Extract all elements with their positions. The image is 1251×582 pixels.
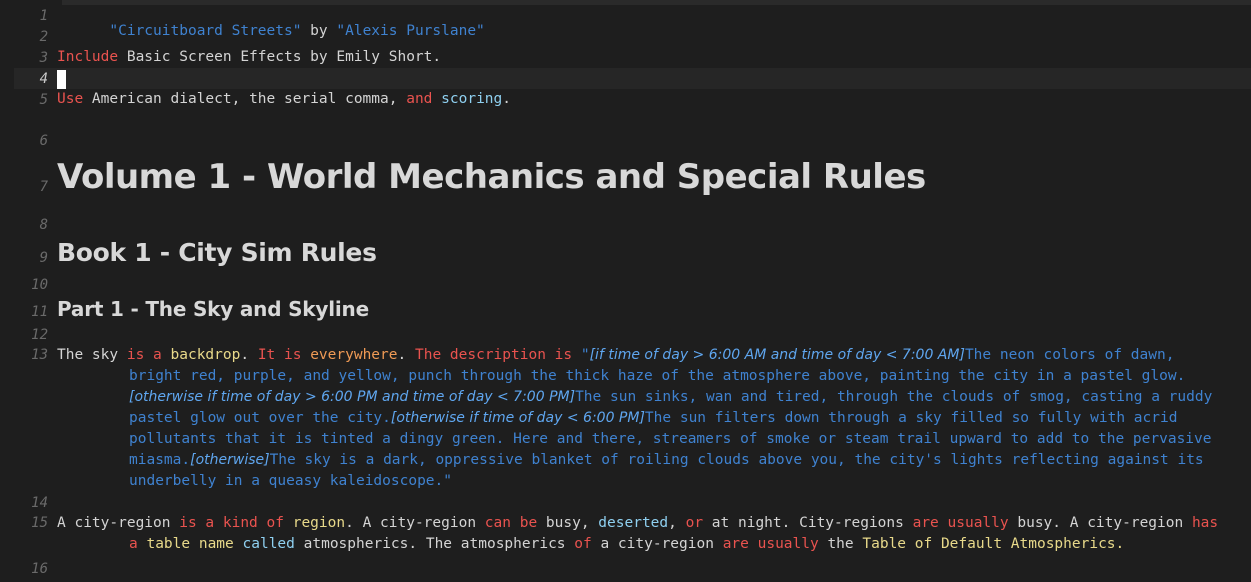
source-editor[interactable]: 1 "Circuitboard Streets" by "Alexis Purs… xyxy=(0,0,1251,582)
code-line-13[interactable]: 13 The sky is a backdrop. It is everywhe… xyxy=(0,345,1251,495)
line-number: 9 xyxy=(39,250,48,266)
everywhere-property: everywhere xyxy=(310,347,398,363)
kind-keyword: is a kind of xyxy=(179,515,293,531)
can-be-keyword: can be xyxy=(484,515,538,531)
code-line-9[interactable]: 9 Book 1 - City Sim Rules xyxy=(0,237,1251,273)
punct: . xyxy=(397,347,415,363)
line-number: 6 xyxy=(39,133,48,149)
text xyxy=(234,536,243,552)
use-text: American dialect, the serial comma, xyxy=(83,91,407,107)
table-name-kind: table name xyxy=(146,536,234,552)
code-line-15[interactable]: 15 A city-region is a kind of region. A … xyxy=(0,513,1251,557)
line-number: 10 xyxy=(31,277,48,293)
line-number: 4 xyxy=(39,71,48,87)
is-a-keyword: is a xyxy=(126,347,171,363)
line-number: 13 xyxy=(31,347,48,363)
text: the xyxy=(818,536,863,552)
text-cursor xyxy=(57,70,66,89)
scoring-option: scoring xyxy=(441,91,503,107)
code-line-11[interactable]: 11 Part 1 - The Sky and Skyline xyxy=(0,296,1251,326)
code-line-7[interactable]: 7 Volume 1 - World Mechanics and Special… xyxy=(0,155,1251,205)
text: A city-region xyxy=(57,515,180,531)
code-line-12[interactable]: 12 xyxy=(0,325,1251,346)
book-heading: Book 1 - City Sim Rules xyxy=(57,238,377,267)
code-line-3[interactable]: 3 Include Basic Screen Effects by Emily … xyxy=(0,48,1251,69)
line-number: 5 xyxy=(39,92,48,108)
are-usually-keyword: are usually xyxy=(722,536,819,552)
and-keyword: and xyxy=(406,91,433,107)
line-number: 1 xyxy=(39,8,48,24)
line-number: 2 xyxy=(39,29,48,45)
region-kind: region xyxy=(292,515,346,531)
of-keyword: of xyxy=(574,536,592,552)
code-line-2[interactable]: 2 xyxy=(0,27,1251,48)
text: atmospherics. The atmospherics xyxy=(294,536,575,552)
code-line-5[interactable]: 5 Use American dialect, the serial comma… xyxy=(0,90,1251,111)
are-usually-keyword: are usually xyxy=(912,515,1009,531)
deserted-property: deserted xyxy=(598,515,669,531)
description-keyword: The description is xyxy=(414,347,581,363)
substitution-3: [otherwise if time of day < 6:00 PM] xyxy=(390,410,645,426)
code-line-6[interactable]: 6 xyxy=(0,131,1251,152)
code-line-16[interactable]: 16 xyxy=(0,559,1251,580)
substitution-1: [if time of day > 6:00 AM and time of da… xyxy=(589,347,965,363)
description-text-4: The sky is a dark, oppressive blanket of… xyxy=(129,452,1204,489)
line-number: 14 xyxy=(31,495,48,511)
code-line-4[interactable]: 4 xyxy=(0,69,1251,90)
backdrop-kind: backdrop xyxy=(170,347,241,363)
line-number: 7 xyxy=(39,179,48,195)
quote-open: " xyxy=(580,347,590,363)
text: , xyxy=(668,515,686,531)
period: . xyxy=(502,91,511,107)
text: . A city-region xyxy=(345,515,485,531)
called-keyword: called xyxy=(242,536,295,552)
line-number: 16 xyxy=(31,561,48,577)
line-number: 3 xyxy=(39,50,48,66)
table-reference: Table of Default Atmospherics. xyxy=(862,536,1125,552)
include-text: Basic Screen Effects by Emily Short. xyxy=(118,49,442,65)
part-heading: Part 1 - The Sky and Skyline xyxy=(57,297,369,321)
text: at night. City-regions xyxy=(703,515,913,531)
punct: . xyxy=(240,347,258,363)
code-line-10[interactable]: 10 xyxy=(0,277,1251,298)
include-keyword: Include xyxy=(57,49,119,65)
the-sky-text: The sky xyxy=(57,347,127,363)
substitution-2: [otherwise if time of day > 6:00 PM and … xyxy=(129,389,576,405)
line-number: 15 xyxy=(31,515,48,531)
code-line-8[interactable]: 8 xyxy=(0,215,1251,236)
text: busy, xyxy=(537,515,599,531)
substitution-4: [otherwise] xyxy=(190,452,270,468)
line-number: 12 xyxy=(31,327,48,343)
text: busy. A city-region xyxy=(1008,515,1192,531)
use-keyword: Use xyxy=(57,91,84,107)
line-number: 11 xyxy=(31,304,48,320)
code-line-14[interactable]: 14 xyxy=(0,493,1251,514)
it-is-keyword: It is xyxy=(257,347,311,363)
code-line-1[interactable]: 1 "Circuitboard Streets" by "Alexis Purs… xyxy=(0,6,1251,39)
or-keyword: or xyxy=(685,515,704,531)
line-number: 8 xyxy=(39,217,48,233)
text: a city-region xyxy=(591,536,723,552)
volume-heading: Volume 1 - World Mechanics and Special R… xyxy=(57,157,926,197)
